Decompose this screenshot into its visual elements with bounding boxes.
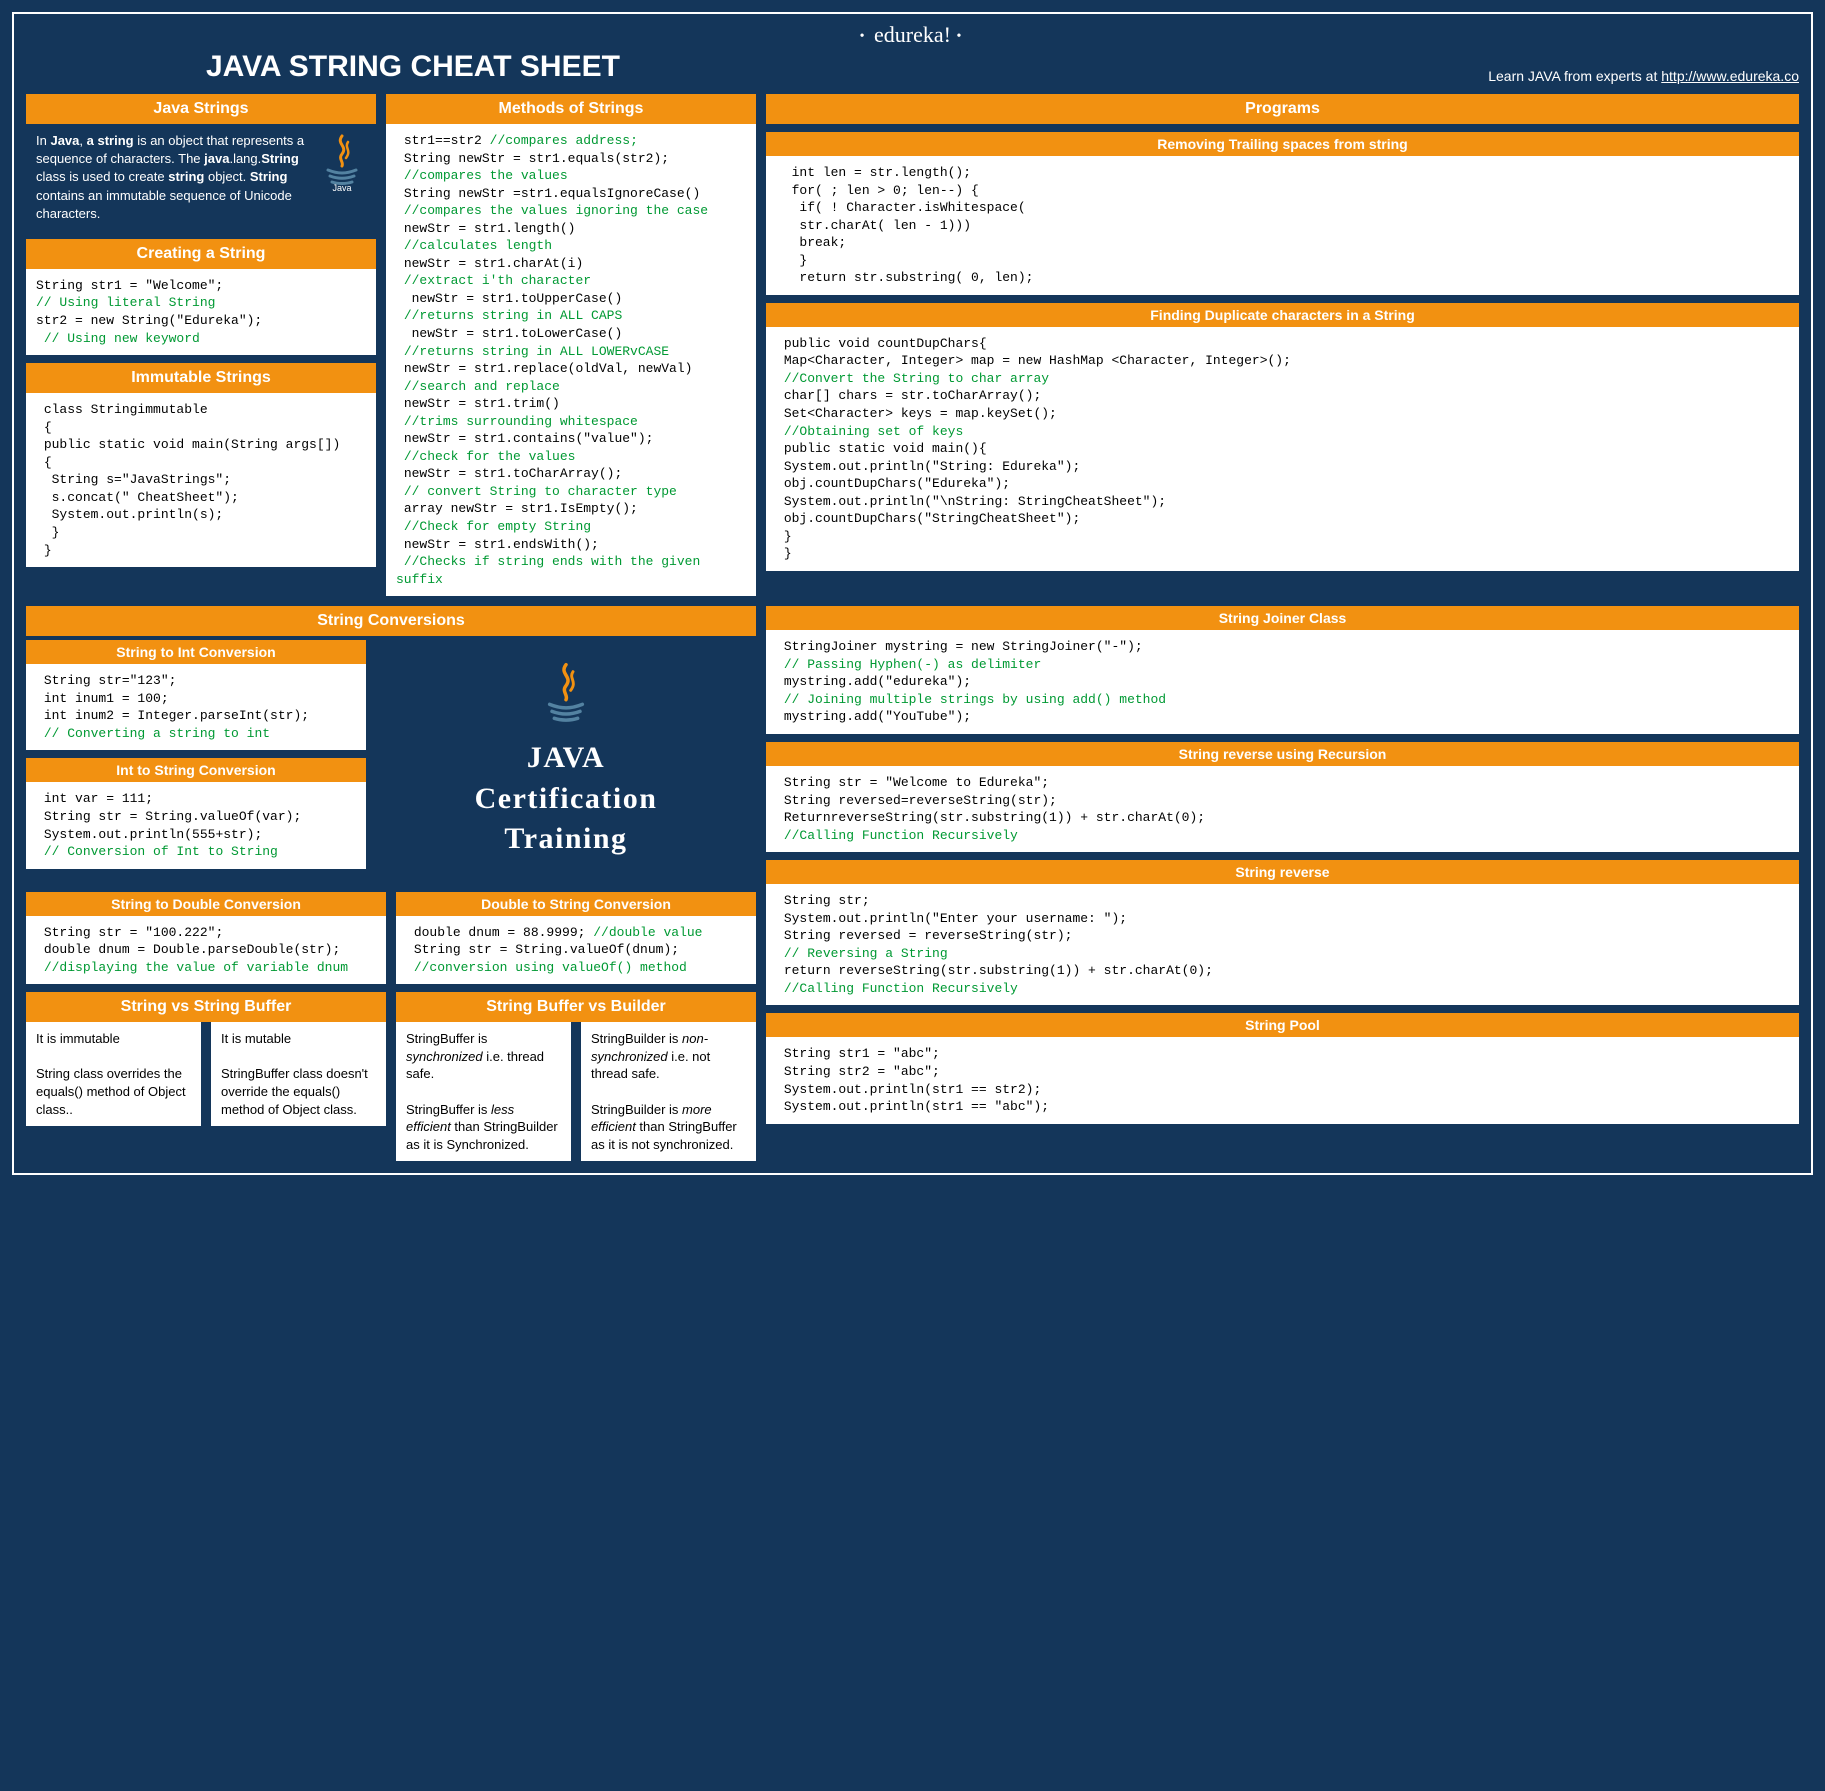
bvb-left: StringBuffer is synchronized i.e. thread… bbox=[396, 1022, 571, 1161]
code-s2d: String str = "100.222"; double dnum = Do… bbox=[26, 916, 386, 985]
header-creating: Creating a String bbox=[26, 239, 376, 269]
code-rev: String str; System.out.println("Enter yo… bbox=[766, 884, 1799, 1005]
code-i2s: int var = 111; String str = String.value… bbox=[26, 782, 366, 868]
column-right: Programs Removing Trailing spaces from s… bbox=[766, 94, 1799, 596]
sub-rev: String reverse bbox=[766, 860, 1799, 884]
column-right-2: String Joiner Class StringJoiner mystrin… bbox=[766, 606, 1799, 1161]
code-s2i: String str="123"; int inum1 = 100; int i… bbox=[26, 664, 366, 750]
code-find-dup: public void countDupChars{ Map<Character… bbox=[766, 327, 1799, 571]
sub-i2s: Int to String Conversion bbox=[26, 758, 366, 782]
header-java-strings: Java Strings bbox=[26, 94, 376, 124]
promo-card: JAVACertificationTraining bbox=[376, 640, 756, 884]
header-bvb: String Buffer vs Builder bbox=[396, 992, 756, 1022]
code-remove-trailing: int len = str.length(); for( ; len > 0; … bbox=[766, 156, 1799, 295]
page: • edureka! • JAVA STRING CHEAT SHEET Lea… bbox=[12, 12, 1813, 1175]
column-middle: Methods of Strings str1==str2 //compares… bbox=[386, 94, 756, 596]
brand-logo: • edureka! • bbox=[26, 22, 1799, 48]
java-strings-desc: In Java, a string is an object that repr… bbox=[26, 124, 376, 231]
svsb-right: It is mutable StringBuffer class doesn't… bbox=[211, 1022, 386, 1126]
learn-text: Learn JAVA from experts at http://www.ed… bbox=[1488, 68, 1799, 84]
header-methods: Methods of Strings bbox=[386, 94, 756, 124]
code-rev-rec: String str = "Welcome to Edureka"; Strin… bbox=[766, 766, 1799, 852]
page-title: JAVA STRING CHEAT SHEET bbox=[206, 50, 620, 84]
code-d2s: double dnum = 88.9999; //double value St… bbox=[396, 916, 756, 985]
sub-find-dup: Finding Duplicate characters in a String bbox=[766, 303, 1799, 327]
brand-text: edureka! bbox=[874, 22, 951, 47]
promo-text: JAVACertificationTraining bbox=[386, 738, 746, 860]
java-logo-icon-large bbox=[531, 660, 601, 730]
header-conversions: String Conversions bbox=[26, 606, 756, 636]
column-left: Java Strings In Java, a string is an obj… bbox=[26, 94, 376, 596]
code-joiner: StringJoiner mystring = new StringJoiner… bbox=[766, 630, 1799, 734]
learn-link[interactable]: http://www.edureka.co bbox=[1661, 68, 1799, 84]
header-svsb: String vs String Buffer bbox=[26, 992, 386, 1022]
java-strings-text: In Java, a string is an object that repr… bbox=[36, 132, 308, 223]
code-pool: String str1 = "abc"; String str2 = "abc"… bbox=[766, 1037, 1799, 1123]
header-programs: Programs bbox=[766, 94, 1799, 124]
sub-remove-trailing: Removing Trailing spaces from string bbox=[766, 132, 1799, 156]
sub-s2d: String to Double Conversion bbox=[26, 892, 386, 916]
sub-joiner: String Joiner Class bbox=[766, 606, 1799, 630]
sub-d2s: Double to String Conversion bbox=[396, 892, 756, 916]
sub-rev-rec: String reverse using Recursion bbox=[766, 742, 1799, 766]
code-immutable: class Stringimmutable { public static vo… bbox=[26, 393, 376, 567]
sub-s2i: String to Int Conversion bbox=[26, 640, 366, 664]
bvb-right: StringBuilder is non-synchronized i.e. n… bbox=[581, 1022, 756, 1161]
conversions-block: String Conversions String to Int Convers… bbox=[26, 606, 756, 1161]
svsb-left: It is immutable String class overrides t… bbox=[26, 1022, 201, 1126]
header-immutable: Immutable Strings bbox=[26, 363, 376, 393]
java-logo-icon: Java bbox=[318, 132, 366, 192]
code-methods: str1==str2 //compares address; String ne… bbox=[386, 124, 756, 596]
code-creating: String str1 = "Welcome"; // Using litera… bbox=[26, 269, 376, 355]
sub-pool: String Pool bbox=[766, 1013, 1799, 1037]
svg-text:Java: Java bbox=[332, 183, 351, 192]
top-bar: JAVA STRING CHEAT SHEET Learn JAVA from … bbox=[26, 50, 1799, 84]
